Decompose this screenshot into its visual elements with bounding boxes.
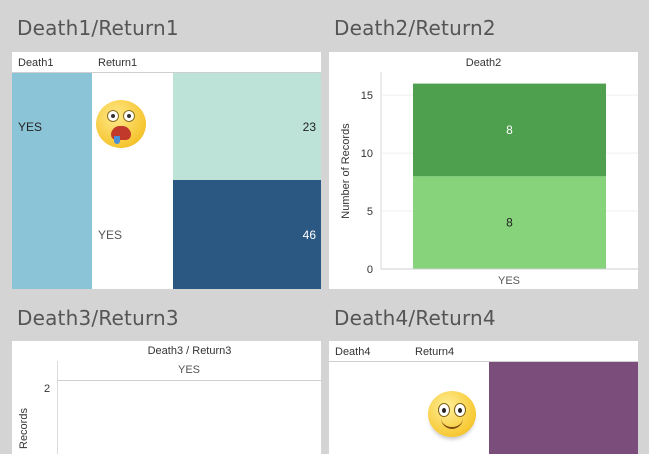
y-axis-label: Number of Records [340, 123, 352, 219]
shocked-face-icon [96, 100, 146, 148]
data-label: 8 [506, 123, 513, 137]
y-axis-label: Records [18, 408, 30, 449]
sub-label-yes: YES [98, 228, 123, 242]
column-header-return1[interactable]: Return1 [98, 57, 137, 69]
row-header-band[interactable] [12, 73, 92, 289]
sheet-title-1: Death1/Return1 [17, 16, 179, 40]
y-tick-label: 0 [367, 264, 373, 276]
chart-title: Death3 / Return3 [147, 345, 232, 357]
y-tick-label: 5 [367, 206, 373, 218]
sheet-title-2: Death2/Return2 [334, 16, 496, 40]
y-tick-2: 2 [44, 383, 51, 395]
y-tick-label: 10 [361, 148, 373, 160]
death1-return1-panel[interactable]: Death1 Return1 YES YES 23 46 [12, 52, 321, 289]
y-axis-line [57, 361, 58, 454]
column-header-death1[interactable]: Death1 [18, 57, 53, 69]
death4-return4-panel[interactable]: Death4 Return4 [329, 341, 638, 454]
value-label-46: 46 [302, 228, 316, 242]
sheet-title-4: Death4/Return4 [334, 306, 496, 330]
category-header-yes: YES [177, 364, 200, 376]
bar-chart: 0 5 10 15 8 8 Number of Records YES [340, 72, 638, 287]
value-label-23: 23 [302, 120, 316, 134]
death2-return2-panel[interactable]: Death2 0 5 10 15 88 Number of Records YES [329, 52, 638, 289]
death3-return3-panel[interactable]: Death3 / Return3 YES 2 Records [12, 341, 321, 454]
value-cell-purple[interactable] [489, 362, 638, 454]
row-label-yes: YES [18, 120, 43, 134]
smiling-face-icon [428, 391, 476, 437]
header-divider [57, 380, 321, 381]
sheet-title-3: Death3/Return3 [17, 306, 179, 330]
column-header-death4[interactable]: Death4 [335, 346, 370, 358]
x-category-label: YES [498, 275, 520, 287]
y-tick-label: 15 [361, 90, 373, 102]
column-header-return4[interactable]: Return4 [415, 346, 454, 358]
data-label: 8 [506, 216, 513, 230]
